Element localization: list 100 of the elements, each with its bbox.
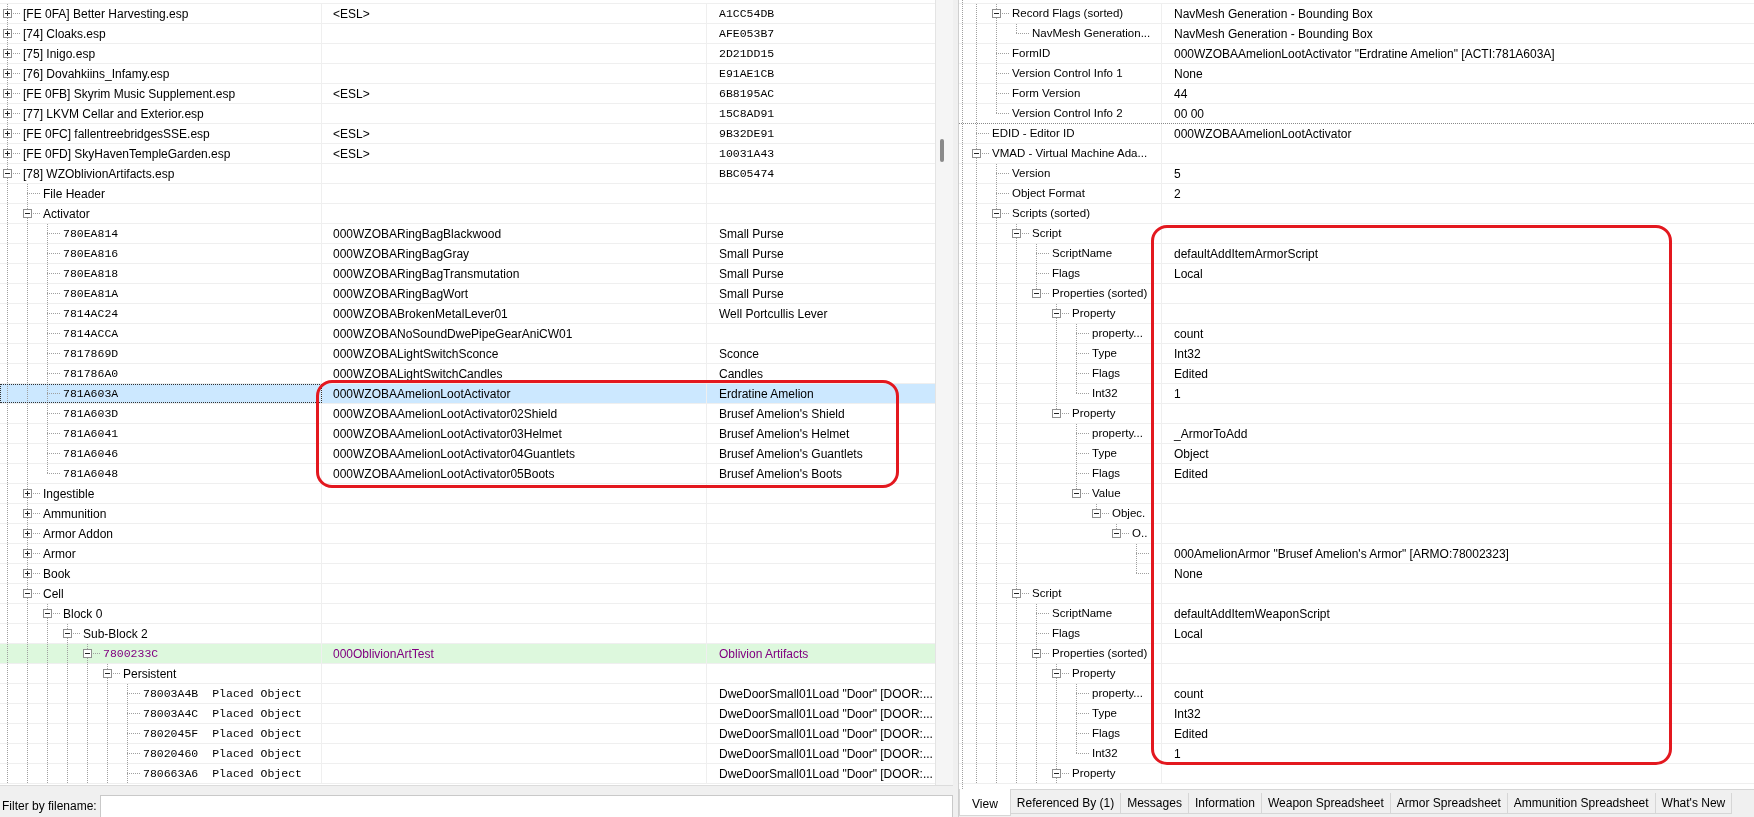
- tree-label[interactable]: Scripts (sorted): [1012, 207, 1090, 220]
- tree-label[interactable]: Sub-Block 2: [83, 627, 148, 640]
- tree-label[interactable]: Property: [1072, 407, 1116, 420]
- collapse-icon[interactable]: [3, 169, 12, 178]
- tree-label[interactable]: [76] Dovahkiins_Infamy.esp: [23, 67, 170, 80]
- tree-label[interactable]: [77] LKVM Cellar and Exterior.esp: [23, 107, 204, 120]
- tree-label[interactable]: Flags: [1092, 467, 1121, 480]
- tree-label[interactable]: Property: [1072, 767, 1116, 780]
- tree-label[interactable]: Value: [1092, 487, 1121, 500]
- tree-label[interactable]: NavMesh Generation...: [1032, 27, 1151, 40]
- collapse-icon[interactable]: [1052, 309, 1061, 318]
- tree-row[interactable]: 7817869D 000WZOBALightSwitchSconce Sconce: [0, 344, 935, 364]
- expand-icon[interactable]: [3, 109, 12, 118]
- tab[interactable]: What's New: [1654, 793, 1733, 814]
- tree-label[interactable]: Ammunition: [43, 507, 107, 520]
- tree-row[interactable]: 781A603A 000WZOBAAmelionLootActivator Erdratine Amelion: [0, 384, 935, 404]
- tree-row[interactable]: 781A6046 000WZOBAAmelionLootActivator04Guantlets Brusef Amelion's Guantlets: [0, 444, 935, 464]
- collapse-icon[interactable]: [83, 649, 92, 658]
- tree-label[interactable]: Type: [1092, 347, 1117, 360]
- tree-label[interactable]: Int32: [1092, 387, 1118, 400]
- filter-field[interactable]: [99, 795, 953, 817]
- tree-label[interactable]: Cell: [43, 587, 64, 600]
- tree-label[interactable]: Version Control Info 2: [1012, 107, 1123, 120]
- expand-icon[interactable]: [23, 509, 32, 518]
- collapse-icon[interactable]: [1032, 289, 1041, 298]
- tree-label[interactable]: File Header: [43, 187, 106, 200]
- expand-icon[interactable]: [23, 489, 32, 498]
- collapse-icon[interactable]: [23, 589, 32, 598]
- expand-icon[interactable]: [3, 149, 12, 158]
- tree-row[interactable]: 781A6048 000WZOBAAmelionLootActivator05Boots Brusef Amelion's Boots: [0, 464, 935, 484]
- tree-label[interactable]: [78] WZOblivionArtifacts.esp: [23, 167, 175, 180]
- tree-label[interactable]: Flags: [1052, 627, 1081, 640]
- tree-row[interactable]: 780EA81A 000WZOBARingBagWort Small Purse: [0, 284, 935, 304]
- tab[interactable]: View: [959, 789, 1011, 816]
- tree-label[interactable]: [FE 0FC] fallentreebridgesSSE.esp: [23, 127, 210, 140]
- collapse-icon[interactable]: [103, 669, 112, 678]
- collapse-icon[interactable]: [1112, 529, 1121, 538]
- tree-row[interactable]: 780EA814 000WZOBARingBagBlackwood Small Purse: [0, 224, 935, 244]
- tree-row[interactable]: 781A6041 000WZOBAAmelionLootActivator03Helmet Brusef Amelion's Helmet: [0, 424, 935, 444]
- collapse-icon[interactable]: [1012, 229, 1021, 238]
- collapse-icon[interactable]: [23, 209, 32, 218]
- tree-label[interactable]: VMAD - Virtual Machine Ada...: [992, 147, 1148, 160]
- collapse-icon[interactable]: [1072, 489, 1081, 498]
- tree-label[interactable]: [FE 0FB] Skyrim Music Supplement.esp: [23, 87, 236, 100]
- tree-row[interactable]: 7814AC24 000WZOBABrokenMetalLever01 Well Portcullis Lever: [0, 304, 935, 324]
- collapse-icon[interactable]: [43, 609, 52, 618]
- collapse-icon[interactable]: [992, 9, 1001, 18]
- tree-label[interactable]: Record Flags (sorted): [1012, 7, 1124, 20]
- collapse-icon[interactable]: [972, 149, 981, 158]
- tree-label[interactable]: Object Format: [1012, 187, 1085, 200]
- expand-icon[interactable]: [23, 549, 32, 558]
- tree-label[interactable]: [FE 0FD] SkyHavenTempleGarden.esp: [23, 147, 231, 160]
- collapse-icon[interactable]: [63, 629, 72, 638]
- tree-label[interactable]: FormID: [1012, 47, 1051, 60]
- tree-label[interactable]: Script: [1032, 587, 1062, 600]
- form-id[interactable]: 780663A6: [143, 767, 199, 780]
- tree-label[interactable]: EDID - Editor ID: [992, 127, 1075, 140]
- expand-icon[interactable]: [23, 569, 32, 578]
- tree-label[interactable]: Properties (sorted): [1052, 287, 1148, 300]
- tree-label[interactable]: ScriptName: [1052, 607, 1113, 620]
- collapse-icon[interactable]: [1052, 409, 1061, 418]
- collapse-icon[interactable]: [1032, 649, 1041, 658]
- tree-label[interactable]: Type: [1092, 447, 1117, 460]
- tree-label[interactable]: Property: [1072, 667, 1116, 680]
- expand-icon[interactable]: [3, 69, 12, 78]
- expand-icon[interactable]: [3, 29, 12, 38]
- tree-row[interactable]: 7814ACCA 000WZOBANoSoundDwePipeGearAniCW01: [0, 324, 935, 344]
- tree-label[interactable]: Type: [1092, 707, 1117, 720]
- collapse-icon[interactable]: [1092, 509, 1101, 518]
- tree-label[interactable]: Property: [1072, 307, 1116, 320]
- tree-label[interactable]: Block 0: [63, 607, 103, 620]
- expand-icon[interactable]: [3, 49, 12, 58]
- tree-label[interactable]: property...: [1092, 327, 1143, 340]
- tree-label[interactable]: Version Control Info 1: [1012, 67, 1123, 80]
- highlighted-row[interactable]: 7800233C 000OblivionArtTest Oblivion Artifacts: [0, 644, 935, 664]
- expand-icon[interactable]: [3, 9, 12, 18]
- tree-label[interactable]: Ingestible: [43, 487, 95, 500]
- collapse-icon[interactable]: [1012, 589, 1021, 598]
- tree-label[interactable]: Flags: [1092, 727, 1121, 740]
- tree-label[interactable]: Flags: [1092, 367, 1121, 380]
- tree-label[interactable]: property...: [1092, 687, 1143, 700]
- tree-label[interactable]: [75] Inigo.esp: [23, 47, 96, 60]
- tree-row[interactable]: 780EA818 000WZOBARingBagTransmutation Small Purse: [0, 264, 935, 284]
- collapse-icon[interactable]: [1052, 669, 1061, 678]
- tree-label[interactable]: Properties (sorted): [1052, 647, 1148, 660]
- form-id[interactable]: 78020460: [143, 747, 199, 760]
- tree-label[interactable]: [74] Cloaks.esp: [23, 27, 106, 40]
- form-id[interactable]: 7802045F: [143, 727, 199, 740]
- tree-label[interactable]: ScriptName: [1052, 247, 1113, 260]
- expand-icon[interactable]: [3, 129, 12, 138]
- scrollbar[interactable]: [935, 0, 953, 785]
- tree-label[interactable]: Int32: [1092, 747, 1118, 760]
- tree-label[interactable]: Activator: [43, 207, 90, 220]
- tree-label[interactable]: Form Version: [1012, 87, 1081, 100]
- tree-label[interactable]: Flags: [1052, 267, 1081, 280]
- tree-row[interactable]: 781A603D 000WZOBAAmelionLootActivator02Shield Brusef Amelion's Shield: [0, 404, 935, 424]
- tree-label[interactable]: Objec.: [1112, 507, 1146, 520]
- tree-label[interactable]: [FE 0FA] Better Harvesting.esp: [23, 7, 189, 20]
- form-id[interactable]: 78003A4C: [143, 707, 199, 720]
- tree-row[interactable]: 780EA816 000WZOBARingBagGray Small Purse: [0, 244, 935, 264]
